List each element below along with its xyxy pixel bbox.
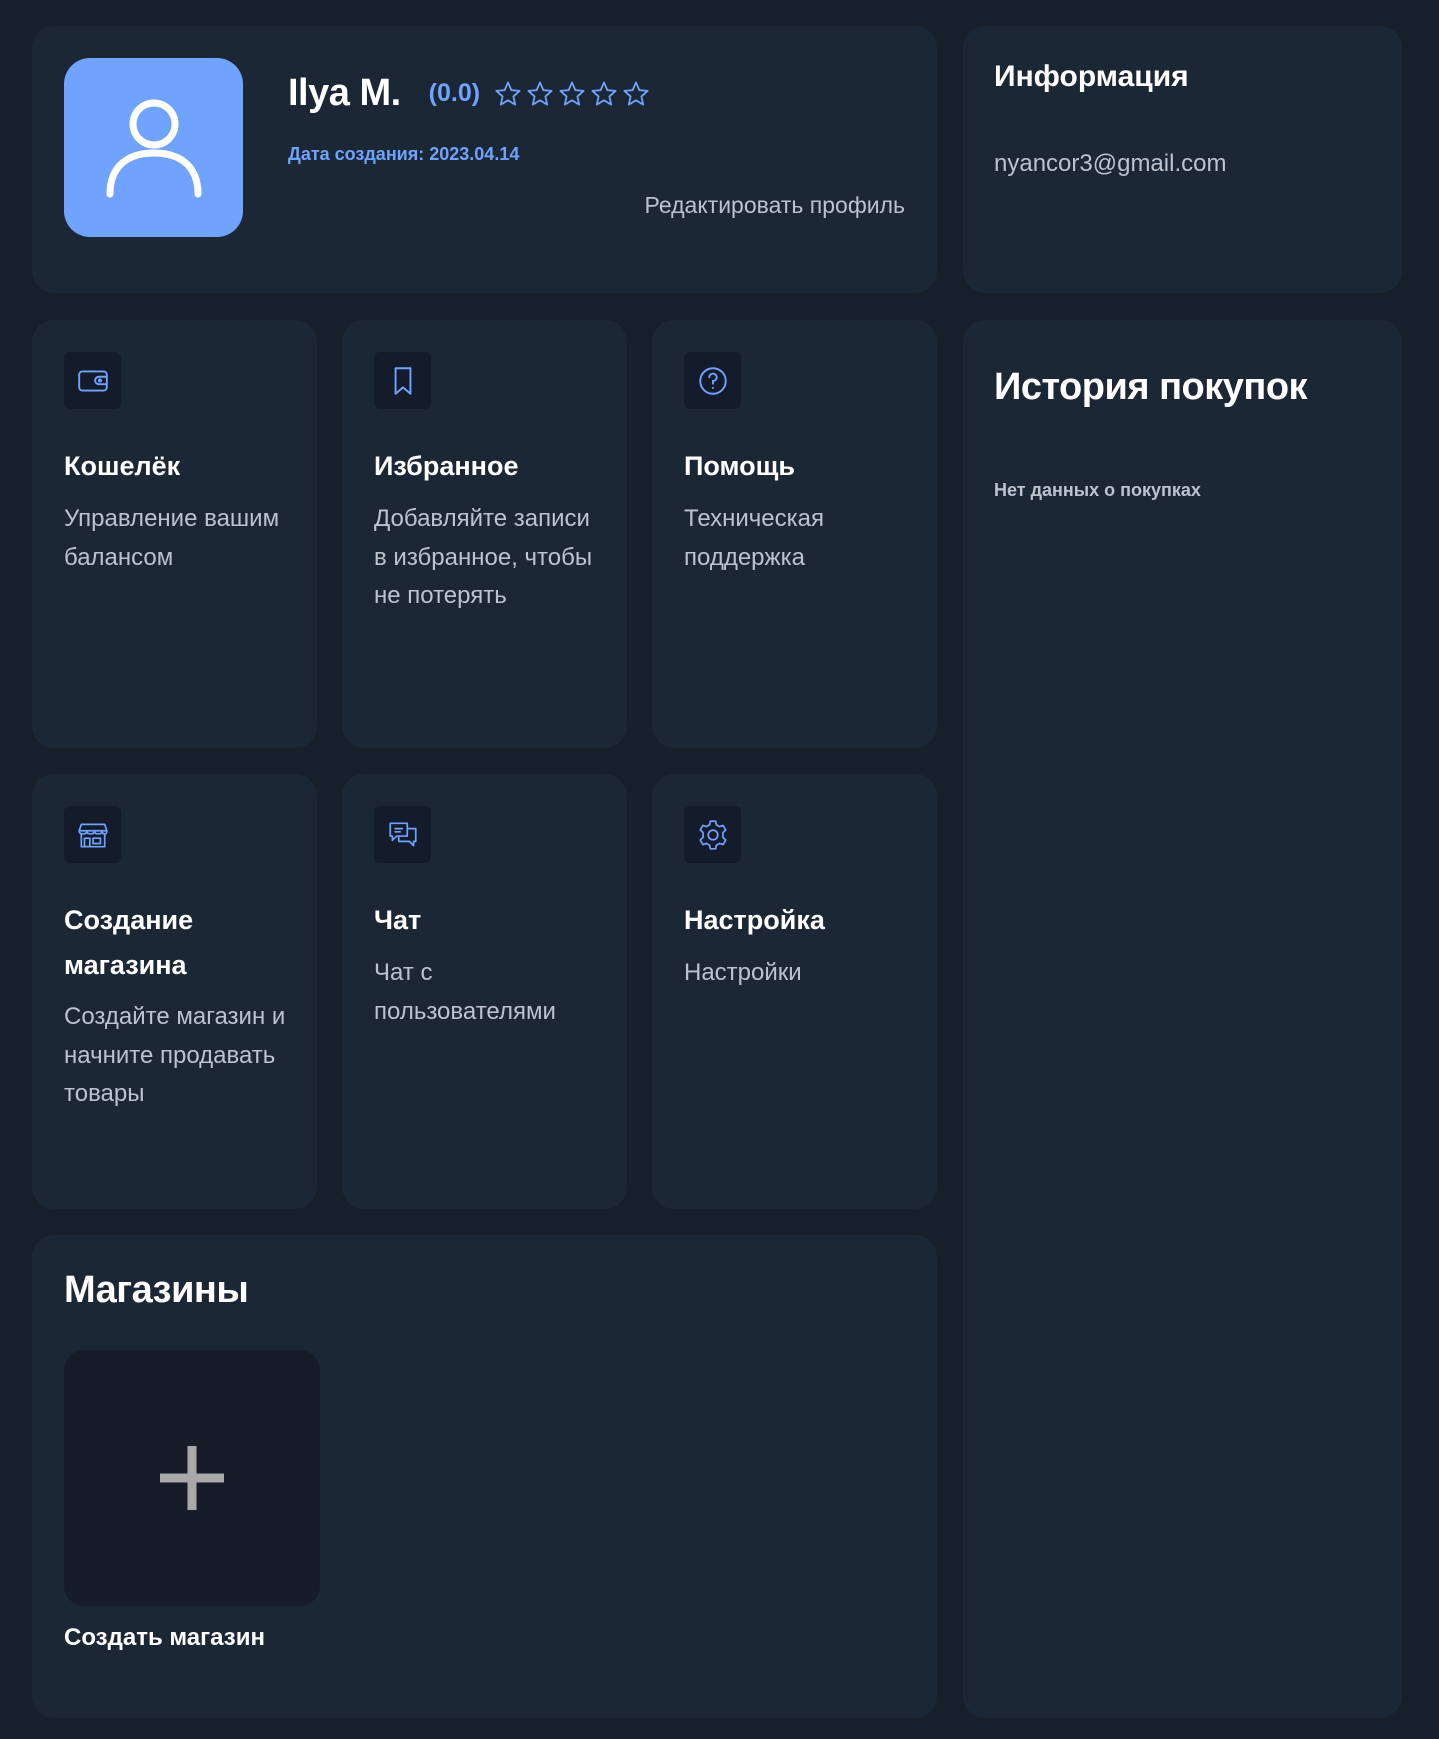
plus-icon	[160, 1446, 224, 1510]
create-store-label: Создать магазин	[64, 1624, 265, 1651]
stores-title: Магазины	[64, 1269, 249, 1311]
tile-description: Техническая поддержка	[684, 505, 825, 571]
user-icon	[106, 99, 201, 197]
favorites-tile[interactable]: Избранное Добавляйте записи в избранное,…	[342, 320, 627, 748]
tile-description: Чат с пользователями	[374, 959, 556, 1025]
profile-card: Ilya M. (0.0) Дата создания: 2023.04.14 …	[32, 26, 937, 293]
purchase-history-card: История покупок Нет данных о покупках	[963, 320, 1402, 1718]
tile-description: Создайте магазин и начните продавать тов…	[64, 1003, 286, 1107]
tile-description: Добавляйте записи в избранное, чтобы не …	[374, 505, 593, 609]
bookmark-icon	[394, 366, 411, 395]
chat-tile[interactable]: Чат Чат с пользователями	[342, 774, 627, 1209]
star-icon	[495, 81, 521, 106]
rating-stars	[494, 80, 654, 108]
tile-title: Чат	[374, 905, 422, 935]
star-icon	[623, 81, 649, 106]
created-date: Дата создания: 2023.04.14	[288, 144, 520, 164]
help-tile[interactable]: Помощь Техническая поддержка	[652, 320, 937, 748]
avatar	[64, 58, 243, 237]
info-card: Информация nyancor3@gmail.com	[963, 26, 1402, 293]
history-empty-text: Нет данных о покупках	[994, 480, 1201, 500]
name-row: Ilya M. (0.0)	[288, 72, 654, 115]
history-title: История покупок	[994, 366, 1308, 408]
user-name: Ilya M.	[288, 72, 401, 114]
tile-description: Настройки	[684, 959, 802, 986]
store-icon	[77, 823, 108, 848]
tile-description: Управление вашим балансом	[64, 505, 280, 571]
wallet-tile[interactable]: Кошелёк Управление вашим балансом	[32, 320, 317, 748]
tile-title: Избранное	[374, 451, 519, 481]
rating-value: (0.0)	[428, 79, 481, 107]
stores-card: Магазины Создать магазин	[32, 1235, 937, 1718]
settings-tile[interactable]: Настройка Настройки	[652, 774, 937, 1209]
email-text: nyancor3@gmail.com	[994, 150, 1227, 177]
chat-icon	[388, 821, 417, 846]
tile-title: Кошелёк	[64, 451, 181, 481]
tile-title: Помощь	[684, 451, 796, 481]
edit-profile-link[interactable]: Редактировать профиль	[645, 192, 905, 219]
star-icon	[527, 81, 553, 106]
wallet-icon	[77, 369, 108, 392]
help-icon	[698, 366, 727, 395]
star-icon	[559, 81, 585, 106]
add-store-button[interactable]	[64, 1350, 320, 1606]
info-title: Информация	[994, 60, 1189, 93]
tile-title: Настройка	[684, 905, 825, 935]
star-icon	[591, 81, 617, 106]
create-store-tile[interactable]: Создание магазина Создайте магазин и нач…	[32, 774, 317, 1209]
tile-title: Создание магазина	[64, 905, 194, 980]
gear-icon	[698, 819, 727, 850]
